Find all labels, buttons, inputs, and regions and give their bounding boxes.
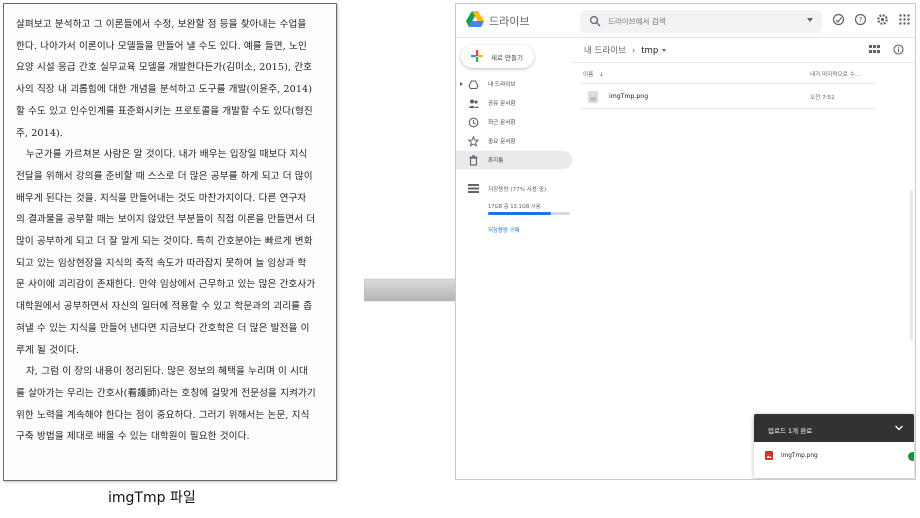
search-icon [589,15,601,27]
sort-arrow-icon[interactable]: ↓ [599,72,604,78]
doc-line: 의 결과물을 공부할 때는 보이지 않았던 부분들이 직접 이론을 만들면서 더 [16,214,316,226]
image-file-icon [588,91,598,103]
search-placeholder: 드라이브에서 검색 [608,17,666,26]
nav-label: 내 드라이브 [488,82,516,88]
nav-label: 중요 문서함 [488,139,516,145]
file-name: imgTmp.png [609,93,649,100]
doc-line: 위한 노력을 계속해야 한다는 점이 중요하다. 그러기 위해서는 논문, 지식 [16,409,310,421]
recent-icon [468,117,479,128]
document-caption: imgTmp 파일 [108,490,196,506]
file-modified: 오전 7:52 [810,95,835,101]
breadcrumb-root[interactable]: 내 드라이브 [584,46,626,56]
grid-view-icon[interactable] [869,44,880,55]
plus-icon [471,50,483,62]
doc-line: 문 사이에 괴리감이 존재한다. 만약 임상에서 근무하고 있는 많은 간호사가 [16,279,316,291]
list-divider [580,83,876,84]
nav-item-recent[interactable]: 최근 문서함 [456,113,572,131]
storage-label[interactable]: 저장용량 (77% 사용 중) [488,185,546,193]
svg-text:?: ? [859,16,863,24]
chevron-down-icon[interactable] [894,423,904,433]
nav-label: 최근 문서함 [488,120,516,126]
doc-line: 누군가를 가르쳐본 사람은 알 것이다. 내가 배우는 입장일 때보다 지식 [26,149,308,161]
doc-line: 되고 있는 임상현장을 지식의 축적 속도가 따라잡지 못하여 늘 임상과 학 [16,257,307,269]
list-divider [580,108,876,109]
upload-panel-header: 업로드 1개 완료 [754,414,914,442]
column-header-name[interactable]: 이름 ↓ [583,70,604,78]
storage-icon [468,184,479,193]
drive-icon [468,80,479,90]
chevron-down-icon[interactable] [662,49,667,52]
help-icon[interactable]: ? [854,13,867,26]
storage-usage: 17GB 중 13.1GB 사용 [488,204,541,210]
doc-paragraph-2: 누군가를 가르쳐본 사람은 알 것이다. 내가 배우는 입장일 때보다 지식 전… [16,144,324,361]
search-options-icon[interactable] [807,18,813,22]
chevron-right-icon: › [631,46,636,56]
trash-icon [469,155,478,166]
check-circle-icon [908,452,914,461]
doc-line: 혀낼 수 있는 지식을 만들어 낸다면 지금보다 간호학은 더 많은 발전을 이 [16,322,310,334]
scrollbar[interactable] [910,190,913,340]
doc-line: 를 살아가는 우리는 간호사(看護師)라는 호칭에 걸맞게 전문성을 지켜가기 [16,387,316,399]
new-button[interactable]: 새로 만들기 [461,45,534,68]
doc-line: 많이 공부하게 되고 더 잘 알게 되는 것이다. 특히 간호분야는 빠르게 변… [16,236,313,248]
doc-line: 한다. 나아가서 이론이나 모델들을 만들어 낼 수도 있다. 예를 들면, 노… [16,40,307,52]
column-name-label: 이름 [583,72,594,78]
doc-line: 할 수도 있고 인수인계를 표준화시키는 프로토콜을 개발할 수도 있다(형진 [16,105,313,117]
drive-brand: 드라이브 [489,15,530,28]
star-icon [468,136,479,147]
doc-paragraph-3: 자, 그럼 이 장의 내용이 정리된다. 많은 정보의 혜택을 누리며 이 시대… [16,361,324,448]
upload-file-name: imgTmp.png [781,453,818,459]
doc-line: 루게 될 것이다. [16,344,80,356]
nav-item-my-drive[interactable]: 내 드라이브 [456,75,572,93]
doc-line: 구축 방법을 제대로 배울 수 있는 대학원이 필요한 것이다. [16,431,250,443]
buy-storage-link[interactable]: 저장용량 구매 [488,226,519,234]
apps-grid-icon[interactable] [898,13,911,26]
image-file-icon [765,451,773,460]
offline-status-icon[interactable] [832,13,845,26]
breadcrumb-current[interactable]: tmp [641,46,658,56]
new-button-label: 새로 만들기 [491,54,523,62]
storage-progress-fill [488,212,552,215]
nav-item-starred[interactable]: 중요 문서함 [456,132,572,150]
upload-status-panel: 업로드 1개 완료 imgTmp.png [754,414,914,478]
file-row[interactable]: imgTmp.png 오전 7:52 [580,88,876,107]
drive-window: 드라이브 드라이브에서 검색 ? 새로 만들기 내 드라이브 공유 문서함 최근… [455,3,916,480]
upload-title: 업로드 1개 완료 [768,427,813,435]
doc-line: 주, 2014). [16,127,64,139]
doc-line: 전달을 위해서 강의를 준비할 때 스스로 더 많은 공부를 하게 되고 더 많… [16,170,313,182]
doc-line: 살펴보고 분석하고 그 이론들에서 수정, 보완할 점 등을 찾아내는 수업을 [16,19,307,30]
nav-item-shared[interactable]: 공유 문서함 [456,94,572,112]
doc-line: 요양 시설 응급 간호 실무교육 모델을 개발한다든가(김미소, 2015), … [16,62,313,74]
doc-line: 자, 그럼 이 장의 내용이 정리된다. 많은 정보의 혜택을 누리며 이 시대 [26,366,308,378]
shared-icon [468,99,479,108]
nav-label: 휴지통 [488,158,504,164]
doc-line: 사의 직장 내 괴롭힘에 대한 개념을 분석하고 도구를 개발(이윤주, 201… [16,84,313,96]
doc-line: 대학원에서 공부하면서 자신의 일터에 적용할 수 있고 학문과의 괴리를 좁 [16,301,313,313]
nav-item-trash[interactable]: 휴지통 [456,151,572,169]
breadcrumb: 내 드라이브 › tmp [584,44,667,56]
expand-caret-icon[interactable] [460,82,463,86]
content-divider [572,62,915,63]
storage-progress-bar [488,212,570,215]
gear-icon[interactable] [876,13,889,26]
doc-line: 배우게 된다는 것을. 지식을 만들어내는 것도 마찬가지이다. 다른 연구자 [16,192,307,204]
search-input[interactable]: 드라이브에서 검색 [580,10,822,33]
scanned-document-page: 살펴보고 분석하고 그 이론들에서 수정, 보완할 점 등을 찾아내는 수업을 … [3,3,337,481]
info-icon[interactable] [893,44,904,55]
doc-paragraph-1: 살펴보고 분석하고 그 이론들에서 수정, 보완할 점 등을 찾아내는 수업을 … [16,14,324,144]
drive-logo-icon [466,11,484,27]
column-header-modified[interactable]: 내가 마지막으로 수... [810,70,860,78]
nav-label: 공유 문서함 [488,101,516,107]
drive-topbar: 드라이브 드라이브에서 검색 ? [456,4,915,38]
